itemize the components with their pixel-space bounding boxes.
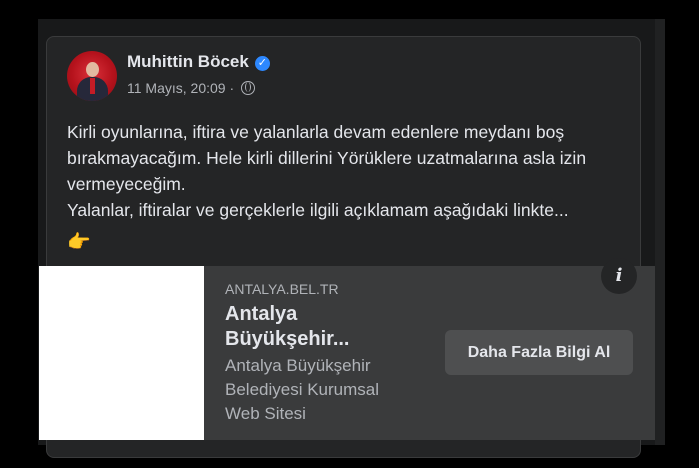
post-paragraph: Kirli oyunlarına, iftira ve yalanlarla d… [67,122,587,194]
avatar-tie [90,78,95,94]
link-description: Antalya Büyükşehir Belediyesi Kurumsal W… [225,356,380,423]
info-icon[interactable]: i [601,258,637,294]
post-meta: 11 Mayıs, 20:09 · [127,80,256,96]
pointing-hand-emoji: 👉 [67,232,91,253]
scrollbar[interactable] [655,19,665,445]
verified-badge-icon: ✓ [254,56,270,71]
learn-more-button[interactable]: Daha Fazla Bilgi Al [445,330,633,375]
author-name-row: Muhittin Böcek ✓ [127,52,270,72]
link-title[interactable]: Antalya Büyükşehir... [225,302,415,352]
post-date[interactable]: 11 Mayıs, 20:09 · [127,80,234,96]
author-name[interactable]: Muhittin Böcek [127,52,249,71]
avatar[interactable] [67,51,117,101]
post-paragraph: Yalanlar, iftiralar ve gerçeklerle ilgil… [67,200,569,220]
globe-icon[interactable] [241,81,256,95]
avatar-head [86,62,99,77]
post-text: Kirli oyunlarına, iftira ve yalanlarla d… [67,119,632,223]
link-preview[interactable]: ANTALYA.BEL.TR Antalya Büyükşehir... Ant… [39,266,655,440]
link-domain: ANTALYA.BEL.TR [225,281,339,297]
link-thumbnail[interactable] [39,266,204,440]
